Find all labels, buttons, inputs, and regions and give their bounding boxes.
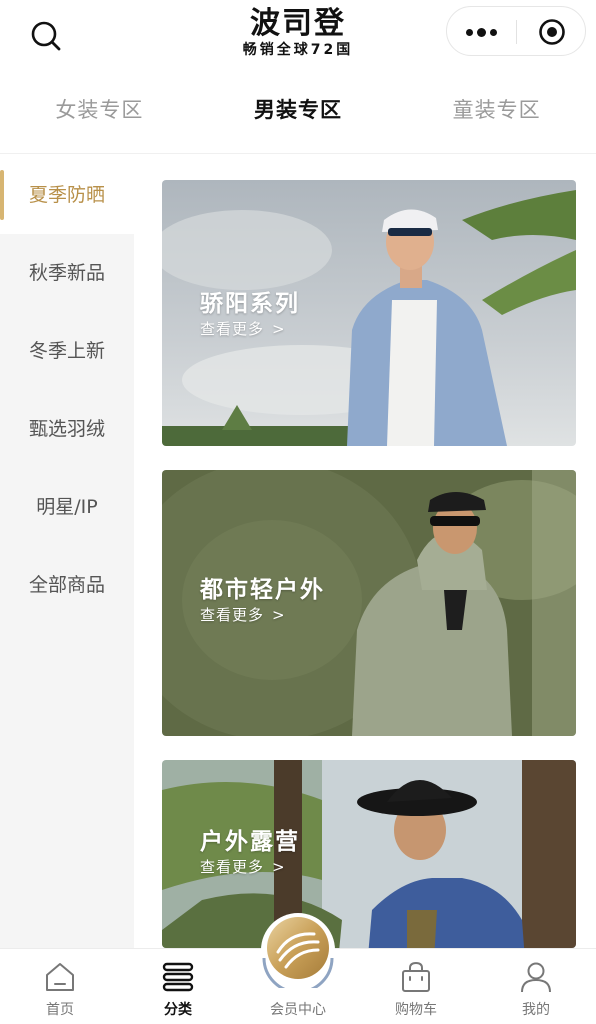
chevron-right-icon: > bbox=[272, 320, 286, 338]
banner-card[interactable]: 户外露营 查看更多 > bbox=[162, 760, 576, 948]
banner-card[interactable]: 都市轻户外 查看更多 > bbox=[162, 470, 576, 736]
more-button[interactable] bbox=[447, 7, 516, 57]
nav-item-home[interactable]: 首页 bbox=[0, 949, 120, 1024]
nav-item-category[interactable]: 分类 bbox=[118, 949, 238, 1024]
category-icon bbox=[162, 962, 194, 992]
banner-title: 都市轻户外 bbox=[200, 577, 325, 603]
target-close-icon bbox=[539, 19, 565, 45]
banner-title: 骄阳系列 bbox=[200, 291, 300, 317]
tab-women[interactable]: 女装专区 bbox=[0, 78, 199, 153]
chevron-right-icon: > bbox=[272, 858, 286, 876]
sidebar-item-autumn-new[interactable]: 秋季新品 bbox=[0, 234, 134, 312]
nav-item-cart[interactable]: 购物车 bbox=[356, 949, 476, 1024]
view-more-link[interactable]: 查看更多 > bbox=[200, 856, 286, 877]
nav-label: 会员中心 bbox=[270, 1002, 326, 1018]
shopping-bag-icon bbox=[402, 961, 430, 992]
tab-men[interactable]: 男装专区 bbox=[199, 78, 398, 153]
sidebar-item-summer-sun-protection[interactable]: 夏季防晒 bbox=[0, 156, 134, 234]
view-more-label: 查看更多 bbox=[200, 858, 265, 876]
view-more-label: 查看更多 bbox=[200, 606, 265, 624]
view-more-link[interactable]: 查看更多 > bbox=[200, 604, 286, 625]
nav-label: 我的 bbox=[522, 1002, 550, 1018]
banner-title: 户外露营 bbox=[200, 829, 300, 855]
nav-label: 首页 bbox=[46, 1002, 74, 1018]
sidebar-item-all-products[interactable]: 全部商品 bbox=[0, 546, 134, 624]
user-icon bbox=[521, 962, 551, 993]
nav-item-profile[interactable]: 我的 bbox=[476, 949, 596, 1024]
close-miniprogram-button[interactable] bbox=[517, 7, 587, 57]
view-more-link[interactable]: 查看更多 > bbox=[200, 318, 286, 339]
member-center-button[interactable] bbox=[260, 912, 336, 994]
mini-program-capsule bbox=[446, 6, 586, 56]
home-icon bbox=[46, 963, 74, 991]
more-dots-icon bbox=[464, 27, 499, 37]
category-sidebar: 夏季防晒 秋季新品 冬季上新 甄选羽绒 明星/IP 全部商品 bbox=[0, 156, 134, 948]
chevron-right-icon: > bbox=[272, 606, 286, 624]
sidebar-item-celebrity-ip[interactable]: 明星/IP bbox=[0, 468, 134, 546]
member-badge-icon bbox=[261, 913, 335, 994]
banner-list: 骄阳系列 查看更多 > 都市轻户外 查看更多 > 户外露营 查看更多 > bbox=[134, 156, 596, 948]
nav-label: 分类 bbox=[164, 1002, 192, 1018]
tab-kids[interactable]: 童装专区 bbox=[397, 78, 596, 153]
gender-tabs: 女装专区 男装专区 童装专区 bbox=[0, 78, 596, 154]
header-bar: 波司登 畅销全球72国 bbox=[0, 0, 596, 78]
banner-card[interactable]: 骄阳系列 查看更多 > bbox=[162, 180, 576, 446]
nav-label: 购物车 bbox=[395, 1002, 437, 1018]
view-more-label: 查看更多 bbox=[200, 320, 265, 338]
sidebar-item-winter-new[interactable]: 冬季上新 bbox=[0, 312, 134, 390]
sidebar-item-down[interactable]: 甄选羽绒 bbox=[0, 390, 134, 468]
